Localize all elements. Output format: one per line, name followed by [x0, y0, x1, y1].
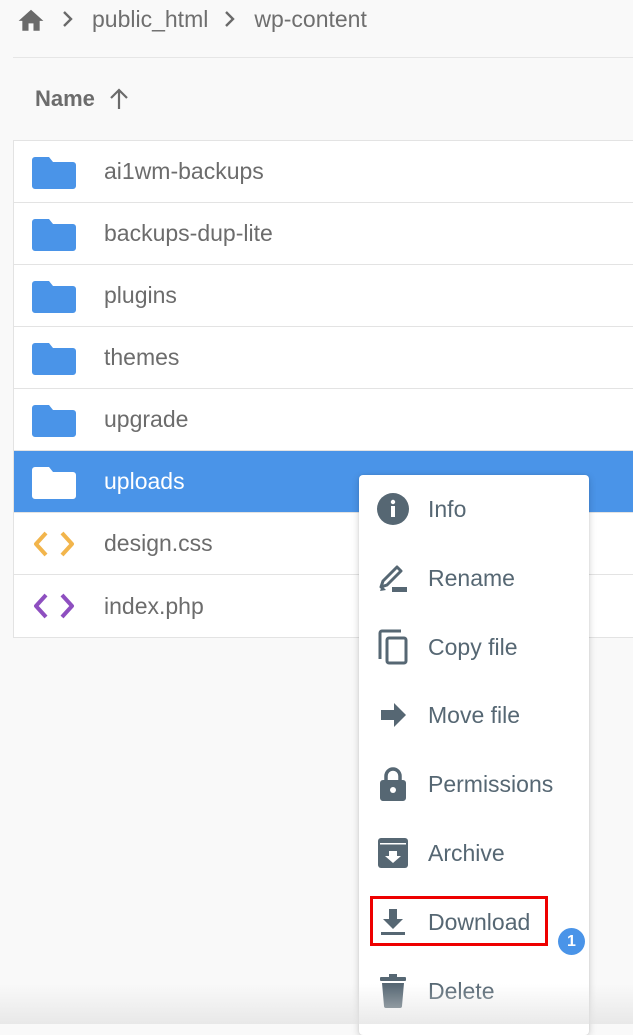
arrow-right-icon [375, 697, 411, 733]
menu-item-archive[interactable]: Archive [359, 823, 589, 883]
file-name: themes [104, 344, 180, 370]
table-row[interactable]: ai1wm-backups [14, 141, 633, 203]
context-menu: Info Rename Copy file Move file Permissi… [359, 475, 589, 1035]
folder-icon [32, 155, 76, 189]
file-name: design.css [104, 530, 213, 556]
pencil-icon [375, 560, 411, 596]
folder-icon [32, 279, 76, 313]
table-row[interactable]: themes [14, 327, 633, 389]
menu-item-delete[interactable]: Delete [359, 961, 589, 1021]
chevron-right-icon [62, 10, 74, 28]
code-icon [32, 589, 76, 623]
file-name: upgrade [104, 406, 189, 432]
folder-icon [32, 341, 76, 375]
divider [13, 57, 633, 58]
table-row[interactable]: upgrade [14, 389, 633, 451]
table-row[interactable]: plugins [14, 265, 633, 327]
menu-item-move-file[interactable]: Move file [359, 685, 589, 745]
info-icon [375, 491, 411, 527]
folder-icon [32, 403, 76, 437]
table-row[interactable]: backups-dup-lite [14, 203, 633, 265]
menu-item-info[interactable]: Info [359, 479, 589, 539]
file-name: ai1wm-backups [104, 158, 264, 184]
trash-icon [375, 973, 411, 1009]
copy-icon [375, 629, 411, 665]
menu-item-copy-file[interactable]: Copy file [359, 617, 589, 677]
breadcrumb-item-wp-content[interactable]: wp-content [254, 6, 367, 33]
code-icon [32, 527, 76, 561]
menu-item-rename[interactable]: Rename [359, 548, 589, 608]
column-header-label: Name [35, 86, 95, 111]
archive-icon [375, 835, 411, 871]
folder-icon [32, 465, 76, 499]
column-header-name[interactable]: Name [35, 80, 131, 118]
home-icon[interactable] [16, 6, 46, 32]
arrow-up-icon [107, 87, 131, 111]
breadcrumb-item-public-html[interactable]: public_html [92, 6, 208, 33]
breadcrumb: public_html wp-content [16, 0, 367, 38]
lock-icon [375, 766, 411, 802]
file-name: backups-dup-lite [104, 220, 273, 246]
download-highlight-box [370, 896, 548, 946]
step-badge: 1 [558, 928, 585, 955]
chevron-right-icon [224, 10, 236, 28]
file-name: index.php [104, 592, 204, 619]
file-name: plugins [104, 282, 177, 308]
folder-icon [32, 217, 76, 251]
file-name: uploads [104, 468, 185, 494]
menu-item-permissions[interactable]: Permissions [359, 754, 589, 814]
